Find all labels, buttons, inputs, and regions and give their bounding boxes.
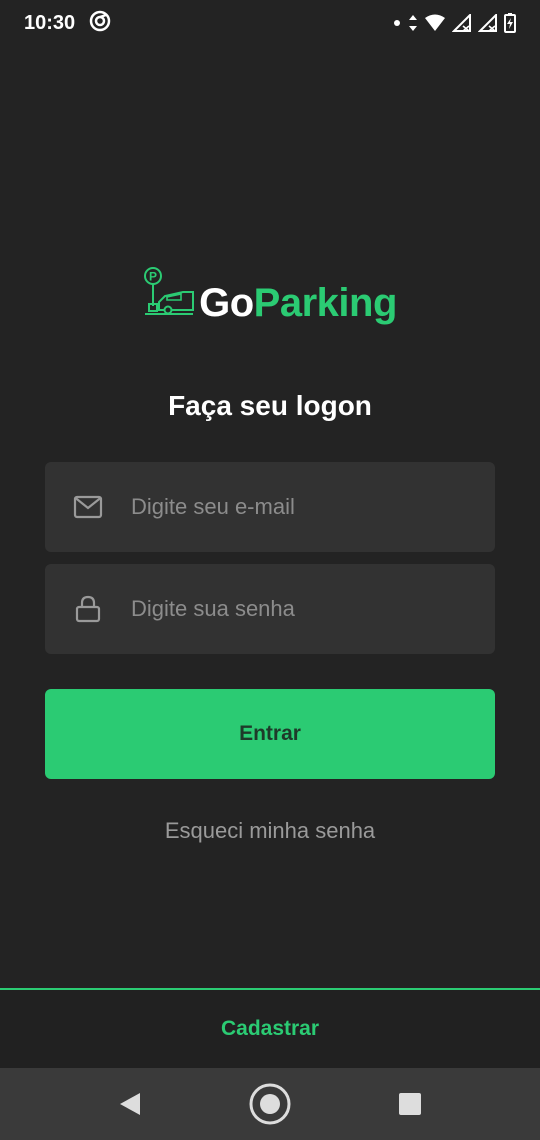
data-arrows-icon bbox=[408, 14, 418, 32]
email-input[interactable] bbox=[131, 462, 495, 552]
signal-icon bbox=[452, 14, 472, 32]
status-time: 10:30 bbox=[24, 11, 76, 34]
page-title: Faça seu logon bbox=[168, 390, 372, 421]
logo-text-go: Go bbox=[199, 281, 254, 325]
svg-text:P: P bbox=[149, 270, 157, 284]
lock-icon bbox=[73, 595, 103, 623]
forgot-password-link[interactable]: Esqueci minha senha bbox=[0, 818, 540, 844]
login-screen: 10:30 P GoParking Faça seu logon Digite … bbox=[0, 0, 540, 1140]
parking-car-icon: P bbox=[143, 266, 195, 323]
logo-wordmark: GoParking bbox=[199, 283, 397, 323]
back-triangle-icon[interactable] bbox=[108, 1082, 152, 1126]
wifi-icon bbox=[424, 14, 446, 32]
enter-button[interactable]: Entrar bbox=[45, 689, 495, 779]
notification-dot-icon bbox=[392, 18, 402, 28]
signal-2-icon bbox=[478, 14, 498, 32]
footer: Cadastrar bbox=[0, 988, 540, 1068]
home-circle-icon[interactable] bbox=[248, 1082, 292, 1126]
sync-icon bbox=[89, 10, 111, 37]
battery-icon bbox=[504, 13, 516, 33]
signup-link[interactable]: Cadastrar bbox=[221, 1017, 319, 1041]
password-input[interactable] bbox=[131, 564, 495, 654]
email-field[interactable] bbox=[45, 462, 495, 552]
status-bar: 10:30 bbox=[0, 0, 540, 46]
system-nav-bar bbox=[0, 1068, 540, 1140]
app-logo: P GoParking bbox=[0, 266, 540, 323]
recents-square-icon[interactable] bbox=[388, 1082, 432, 1126]
mail-icon bbox=[73, 495, 103, 519]
password-field[interactable] bbox=[45, 564, 495, 654]
logo-text-parking: Parking bbox=[253, 281, 398, 325]
